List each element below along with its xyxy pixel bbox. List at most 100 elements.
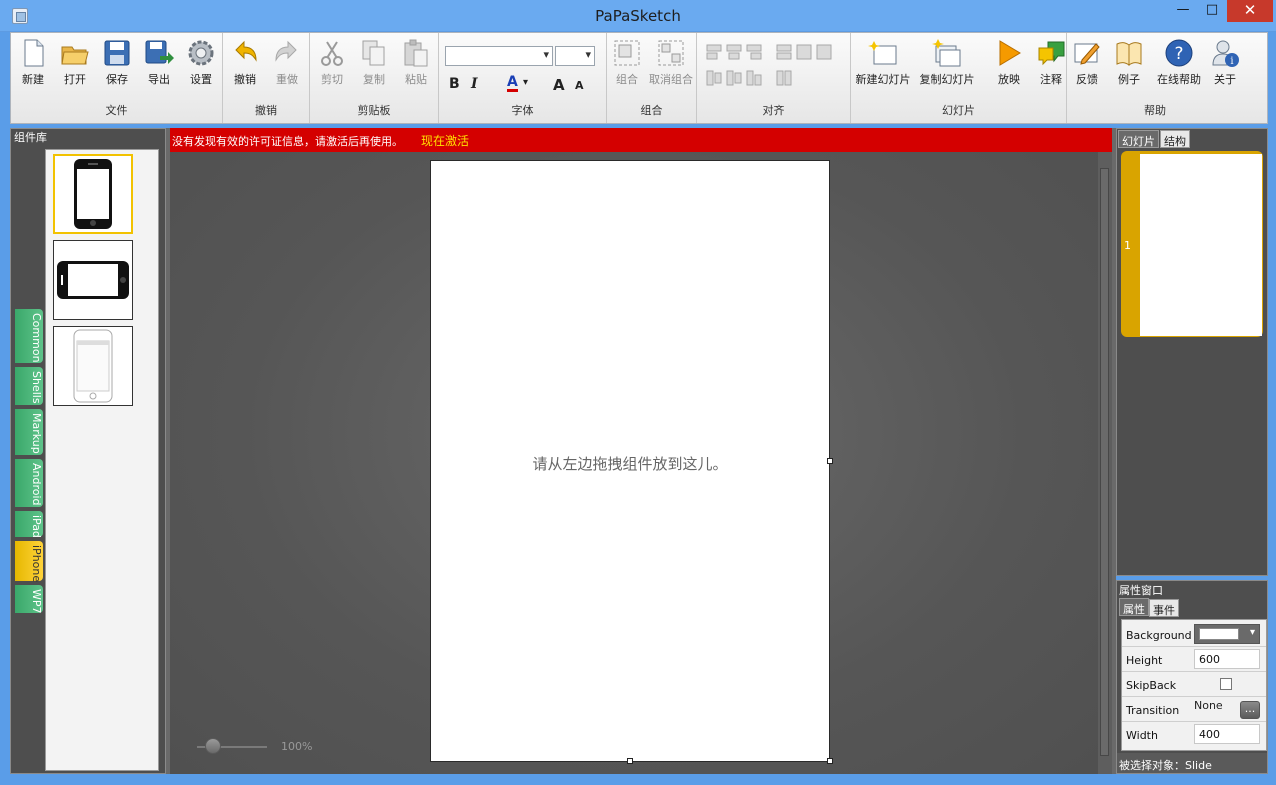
cut-button[interactable]: 剪切 xyxy=(312,38,352,86)
license-message: 没有发现有效的许可证信息，请激活后再使用。 xyxy=(172,135,403,148)
library-tab-shells[interactable]: Shells xyxy=(15,367,43,405)
property-name: Height xyxy=(1126,654,1163,667)
scrollbar-thumb[interactable] xyxy=(1100,168,1109,756)
align-group: 对齐 xyxy=(697,33,851,123)
examples-label: 例子 xyxy=(1118,73,1140,86)
undo-group: 撤销 重做 撤销 xyxy=(223,33,310,123)
tab-properties[interactable]: 属性 xyxy=(1119,598,1149,616)
settings-button[interactable]: 设置 xyxy=(181,38,221,86)
redo-label: 重做 xyxy=(276,73,298,86)
font-family-select[interactable] xyxy=(445,46,553,66)
gear-icon xyxy=(188,40,214,66)
font-color-button[interactable]: A xyxy=(507,75,518,92)
width-input[interactable]: 400 xyxy=(1194,724,1260,744)
new-slide-icon xyxy=(868,41,897,65)
open-button[interactable]: 打开 xyxy=(55,38,95,86)
copy-slide-icon xyxy=(932,39,961,67)
redo-arrow-icon xyxy=(275,40,297,62)
svg-text:?: ? xyxy=(1174,44,1183,64)
minimize-button[interactable]: — xyxy=(1168,0,1198,22)
new-button[interactable]: 新建 xyxy=(13,38,53,86)
grouping-group-label: 组合 xyxy=(640,104,663,117)
play-button[interactable]: 放映 xyxy=(989,38,1029,86)
skipback-checkbox[interactable] xyxy=(1220,678,1232,690)
component-library-panel: 组件库 Common Shells Markup Android iPad iP… xyxy=(10,128,166,774)
slides-panel: 幻灯片 结构 1 xyxy=(1116,128,1268,576)
ungroup-label: 取消组合 xyxy=(649,73,693,86)
background-color-picker[interactable]: ▾ xyxy=(1194,624,1260,644)
paste-button[interactable]: 粘贴 xyxy=(396,38,436,86)
font-group: B I A ▾ A A 字体 xyxy=(439,33,607,123)
copy-button[interactable]: 复制 xyxy=(354,38,394,86)
ungroup-button[interactable]: 取消组合 xyxy=(641,38,701,86)
book-icon xyxy=(1116,42,1142,66)
scissors-icon xyxy=(321,41,343,66)
save-button[interactable]: 保存 xyxy=(97,38,137,86)
tab-structure[interactable]: 结构 xyxy=(1160,130,1190,148)
italic-button[interactable]: I xyxy=(471,76,478,92)
slide-page[interactable]: 请从左边拖拽组件放到这儿。 xyxy=(430,160,830,762)
canvas-vertical-scrollbar[interactable] xyxy=(1098,152,1112,774)
export-icon xyxy=(145,40,174,64)
resize-handle-bottom[interactable] xyxy=(627,758,633,764)
resize-handle-right[interactable] xyxy=(827,458,833,464)
property-row-height: Height 600 xyxy=(1122,647,1266,672)
height-input[interactable]: 600 xyxy=(1194,649,1260,669)
annotate-button[interactable]: 注释 xyxy=(1031,38,1071,86)
align-group-label: 对齐 xyxy=(762,104,785,117)
library-tab-iphone[interactable]: iPhone xyxy=(15,541,43,582)
iphone-white-shell-item[interactable] xyxy=(53,326,133,406)
maximize-button[interactable]: □ xyxy=(1197,0,1227,22)
help-group: 反馈 例子 ? 在线帮助 i 关于 帮助 xyxy=(1067,33,1243,123)
help-question-icon: ? xyxy=(1165,39,1193,67)
about-user-info-icon: i xyxy=(1212,40,1239,67)
library-tab-ipad[interactable]: iPad xyxy=(15,511,43,538)
paste-label: 粘贴 xyxy=(405,73,427,86)
undo-arrow-icon xyxy=(235,40,257,62)
copy-slide-button[interactable]: 复制幻灯片 xyxy=(917,38,977,86)
design-canvas[interactable]: 请从左边拖拽组件放到这儿。 100% xyxy=(170,152,1098,774)
shrink-font-button[interactable]: A xyxy=(575,79,584,92)
font-size-select[interactable] xyxy=(555,46,595,66)
online-help-label: 在线帮助 xyxy=(1157,73,1201,86)
annotation-bubble-icon xyxy=(1038,41,1065,66)
font-color-dropdown-icon[interactable]: ▾ xyxy=(523,77,528,88)
save-disk-icon xyxy=(104,40,130,66)
iphone-landscape-shell-item[interactable] xyxy=(53,240,133,320)
undo-button[interactable]: 撤销 xyxy=(225,38,265,86)
iphone-portrait-shell-item[interactable] xyxy=(53,154,133,234)
grow-font-button[interactable]: A xyxy=(553,76,565,94)
zoom-slider-knob[interactable] xyxy=(205,738,221,754)
transition-edit-button[interactable]: ... xyxy=(1240,701,1260,719)
resize-handle-corner[interactable] xyxy=(827,758,833,764)
feedback-label: 反馈 xyxy=(1076,73,1098,86)
copy-label: 复制 xyxy=(363,73,385,86)
redo-button[interactable]: 重做 xyxy=(267,38,307,86)
examples-button[interactable]: 例子 xyxy=(1109,38,1149,86)
property-row-transition: Transition None ... xyxy=(1122,697,1266,722)
about-button[interactable]: i 关于 xyxy=(1205,38,1245,86)
close-button[interactable]: ✕ xyxy=(1227,0,1273,22)
zoom-level: 100% xyxy=(281,740,313,753)
library-tab-markup[interactable]: Markup xyxy=(15,409,43,455)
component-library-title: 组件库 xyxy=(14,131,47,144)
bold-button[interactable]: B xyxy=(449,76,460,92)
copy-icon xyxy=(362,40,385,66)
new-slide-button[interactable]: 新建幻灯片 xyxy=(853,38,913,86)
slide-thumbnail-item[interactable]: 1 xyxy=(1121,151,1263,337)
library-tab-android[interactable]: Android xyxy=(15,459,43,507)
file-group: 新建 打开 保存 导出 设置 文件 xyxy=(11,33,223,123)
selection-status-bar: 被选择对象：Slide xyxy=(1117,753,1267,773)
grouping-group: 组合 取消组合 组合 xyxy=(607,33,697,123)
feedback-button[interactable]: 反馈 xyxy=(1067,38,1107,86)
transition-value: None xyxy=(1194,699,1223,712)
activate-now-link[interactable]: 现在激活 xyxy=(421,132,469,149)
tab-slides[interactable]: 幻灯片 xyxy=(1118,130,1159,148)
library-tab-common[interactable]: Common xyxy=(15,309,43,363)
tab-events[interactable]: 事件 xyxy=(1149,599,1179,617)
align-buttons-icon[interactable] xyxy=(705,41,845,91)
export-button[interactable]: 导出 xyxy=(139,38,179,86)
library-tab-wp7[interactable]: WP7 xyxy=(15,585,43,614)
online-help-button[interactable]: ? 在线帮助 xyxy=(1151,38,1207,86)
slides-group-label: 幻灯片 xyxy=(942,104,975,117)
